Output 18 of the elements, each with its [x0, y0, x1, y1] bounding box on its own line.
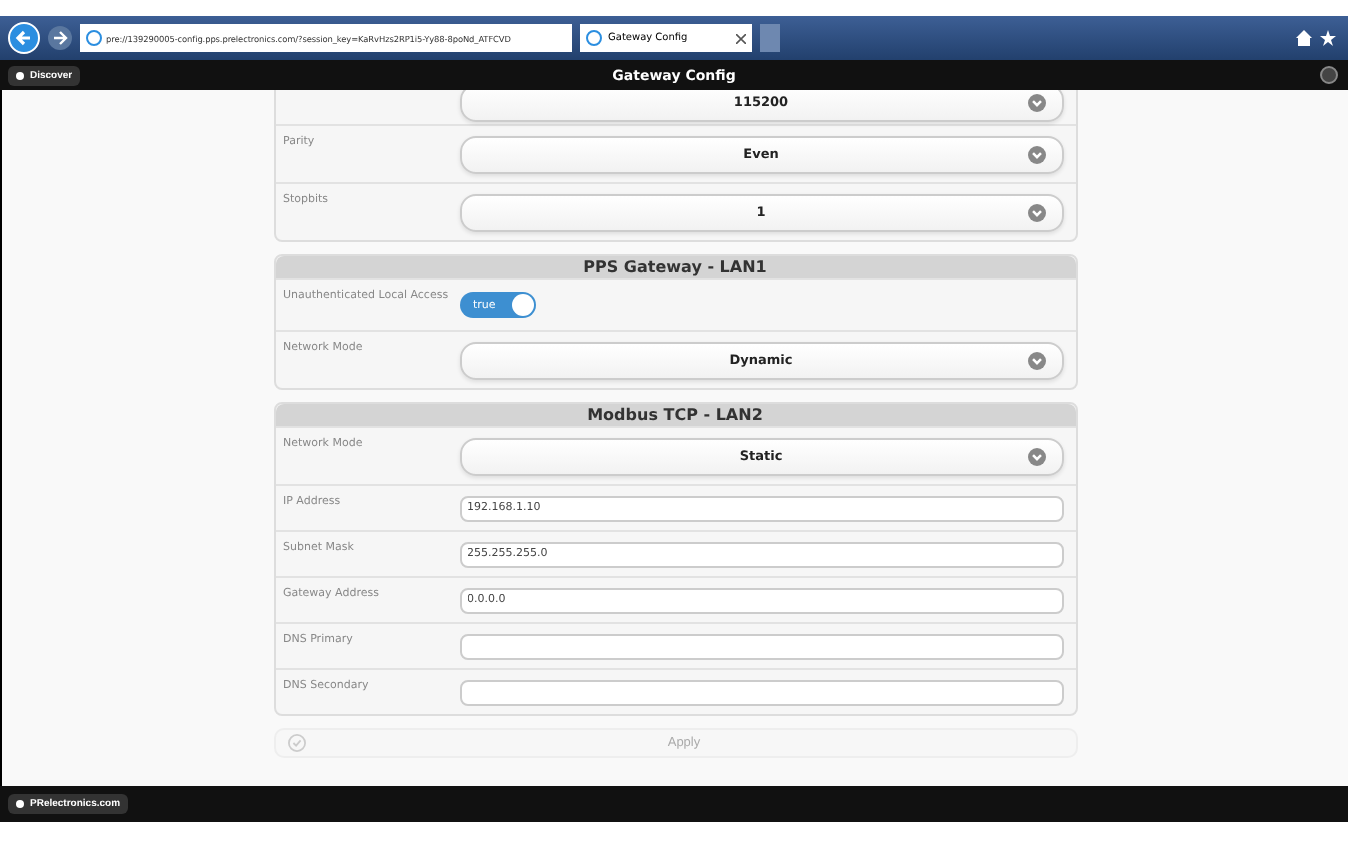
refresh-button[interactable]: [1320, 66, 1338, 84]
star-icon[interactable]: [1320, 30, 1336, 46]
check-icon: [287, 734, 305, 752]
dropdown-icon: [1027, 447, 1045, 465]
dropdown-icon: [1027, 203, 1045, 221]
section-title: Modbus TCP - LAN2: [275, 404, 1075, 426]
input-field[interactable]: [459, 633, 1063, 659]
back-button[interactable]: [8, 22, 40, 54]
section-title: PPS Gateway - LAN1: [275, 256, 1075, 278]
dropdown-icon: [1027, 351, 1045, 369]
forward-button[interactable]: [48, 26, 72, 50]
close-icon[interactable]: [736, 33, 746, 43]
forward-arrow-icon: [52, 30, 68, 46]
dropdown-icon: [1027, 145, 1045, 163]
home-icon[interactable]: [1296, 30, 1312, 46]
back-arrow-icon: [14, 28, 34, 48]
dropdown-icon: [1027, 93, 1045, 111]
input-field[interactable]: [459, 679, 1063, 705]
